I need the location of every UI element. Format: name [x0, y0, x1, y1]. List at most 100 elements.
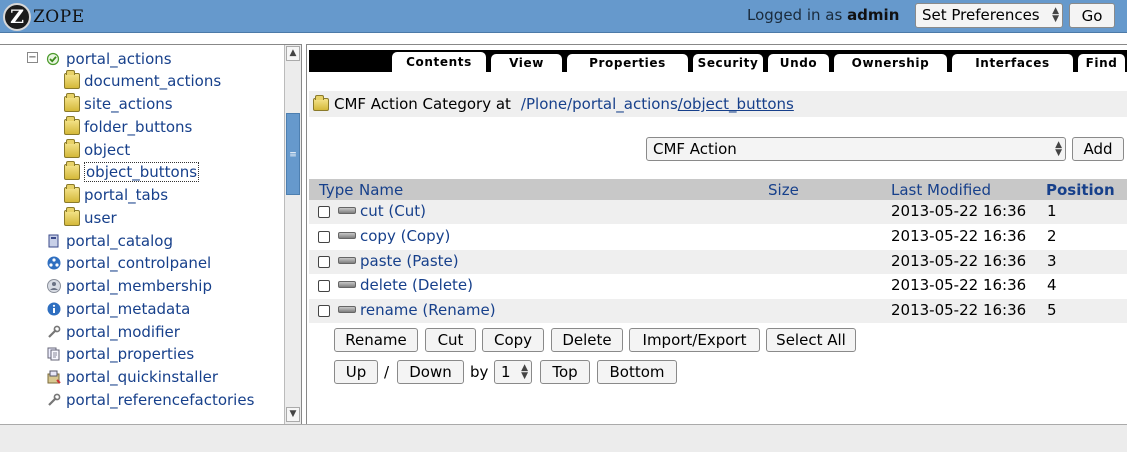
tab-contents[interactable]: Contents: [391, 51, 487, 72]
tree-item-user[interactable]: user: [64, 206, 117, 228]
breadcrumb-link-plone[interactable]: /Plone: [521, 95, 567, 113]
tree-item-label: portal_metadata: [66, 299, 191, 318]
tab-view[interactable]: View: [490, 53, 563, 72]
column-header-size[interactable]: Size: [768, 181, 799, 199]
tree-item-label: portal_quickinstaller: [66, 367, 219, 386]
row-modified: 2013-05-22 16:36: [891, 202, 1027, 220]
by-select[interactable]: 1 ▲ ▼: [494, 360, 532, 384]
top-button[interactable]: Top: [540, 360, 590, 384]
column-header-type[interactable]: Type: [319, 181, 353, 199]
add-type-select[interactable]: CMF Action ▲ ▼: [646, 137, 1066, 161]
table-header: Type Name Size Last Modified Position: [309, 179, 1127, 200]
select-updown-icon: ▲ ▼: [1055, 140, 1062, 158]
tab-interfaces[interactable]: Interfaces: [951, 53, 1074, 72]
folder-icon: [64, 160, 80, 180]
row-position: 5: [1047, 301, 1057, 319]
row-checkbox[interactable]: [318, 305, 330, 317]
up-button[interactable]: Up: [334, 360, 378, 384]
tree-item-portal-metadata[interactable]: portal_metadata: [46, 298, 190, 319]
select-all-button[interactable]: Select All: [766, 328, 856, 352]
row-position: 4: [1047, 276, 1057, 294]
row-checkbox[interactable]: [318, 231, 330, 243]
tree-item-object-buttons[interactable]: object_buttons: [64, 160, 200, 182]
row-checkbox[interactable]: [318, 280, 330, 292]
zope-logo-icon: Z: [3, 3, 31, 31]
action-icon: [338, 232, 356, 239]
table-row: rename (Rename) 2013-05-22 16:36 5: [309, 299, 1127, 323]
wrench-icon: [46, 392, 62, 408]
tree-item-portal-modifier[interactable]: portal_modifier: [46, 321, 180, 342]
column-header-name[interactable]: Name: [359, 181, 403, 199]
top-bar: Z ZOPE Logged in as admin Set Preference…: [0, 0, 1127, 33]
cut-button[interactable]: Cut: [425, 328, 476, 352]
tree-scrollbar[interactable]: ▲ ≡ ▼: [284, 45, 301, 424]
rename-button[interactable]: Rename: [334, 328, 418, 352]
import-export-button[interactable]: Import/Export: [629, 328, 760, 352]
tab-security[interactable]: Security: [692, 53, 764, 72]
row-position: 3: [1047, 252, 1057, 270]
tree-item-document-actions[interactable]: document_actions: [64, 69, 221, 91]
tree-item-portal-controlpanel[interactable]: portal_controlpanel: [46, 252, 211, 273]
collapse-toggle-icon[interactable]: −: [27, 52, 38, 63]
action-icon: [338, 207, 356, 214]
by-select-value: 1: [501, 363, 511, 381]
bottom-button[interactable]: Bottom: [597, 360, 677, 384]
preferences-select-value: Set Preferences: [922, 6, 1040, 24]
row-modified: 2013-05-22 16:36: [891, 301, 1027, 319]
table-row: copy (Copy) 2013-05-22 16:36 2: [309, 225, 1127, 249]
row-name-link[interactable]: rename (Rename): [360, 301, 496, 319]
copy-button[interactable]: Copy: [482, 328, 544, 352]
tree-item-label-selected: object_buttons: [84, 161, 200, 182]
scroll-up-arrow-icon[interactable]: ▲: [286, 46, 300, 61]
row-checkbox[interactable]: [318, 206, 330, 218]
by-label: by: [470, 363, 489, 381]
select-updown-icon: ▲ ▼: [521, 363, 528, 381]
tree-item-label: portal_modifier: [66, 322, 180, 341]
tree-item-folder-buttons[interactable]: folder_buttons: [64, 115, 192, 137]
scroll-down-arrow-icon[interactable]: ▼: [286, 407, 300, 422]
row-checkbox[interactable]: [318, 256, 330, 268]
tree-item-label: portal_actions: [66, 49, 172, 68]
down-button[interactable]: Down: [397, 360, 464, 384]
tree-item-portal-quickinstaller[interactable]: portal_quickinstaller: [46, 366, 218, 387]
tree-item-object[interactable]: object: [64, 138, 130, 160]
row-name-link[interactable]: cut (Cut): [360, 202, 426, 220]
column-header-last-modified[interactable]: Last Modified: [891, 181, 991, 199]
tree-item-site-actions[interactable]: site_actions: [64, 92, 173, 114]
breadcrumb-link-portal-actions[interactable]: /portal_actions: [567, 95, 678, 113]
delete-button[interactable]: Delete: [551, 328, 623, 352]
properties-sheet-icon: [46, 346, 62, 362]
row-name-link[interactable]: paste (Paste): [360, 252, 459, 270]
column-header-position[interactable]: Position: [1046, 181, 1115, 199]
row-position: 1: [1047, 202, 1057, 220]
tree-item-label: portal_catalog: [66, 231, 173, 250]
tab-properties[interactable]: Properties: [566, 53, 689, 72]
row-name-link[interactable]: delete (Delete): [360, 276, 473, 294]
preferences-select[interactable]: Set Preferences ▲ ▼: [915, 3, 1063, 28]
tree-item-portal-properties[interactable]: portal_properties: [46, 343, 194, 364]
tab-ownership[interactable]: Ownership: [833, 53, 948, 72]
catalog-book-icon: [46, 233, 62, 249]
quickinstaller-icon: [46, 369, 62, 385]
tab-undo[interactable]: Undo: [767, 53, 830, 72]
folder-icon: [313, 94, 329, 111]
breadcrumb: CMF Action Category at /Plone /portal_ac…: [309, 91, 1127, 117]
tree-item-portal-actions[interactable]: portal_actions: [46, 48, 172, 69]
tree-item-portal-tabs[interactable]: portal_tabs: [64, 183, 168, 205]
add-button[interactable]: Add: [1072, 137, 1124, 161]
breadcrumb-link-object-buttons[interactable]: /object_buttons: [678, 95, 794, 113]
action-icon: [338, 306, 356, 313]
tree-item-portal-membership[interactable]: portal_membership: [46, 275, 212, 296]
tree-item-portal-referencefactories[interactable]: portal_referencefactories: [46, 389, 254, 410]
membership-icon: [46, 278, 62, 294]
folder-icon: [64, 183, 80, 203]
add-type-select-value: CMF Action: [653, 140, 737, 158]
username: admin: [847, 6, 900, 24]
controlpanel-icon: [46, 255, 62, 271]
tab-find[interactable]: Find: [1077, 53, 1126, 72]
row-name-link[interactable]: copy (Copy): [360, 227, 450, 245]
scroll-thumb[interactable]: ≡: [286, 113, 300, 195]
go-button[interactable]: Go: [1069, 3, 1115, 28]
table-row: cut (Cut) 2013-05-22 16:36 1: [309, 200, 1127, 224]
tree-item-portal-catalog[interactable]: portal_catalog: [46, 230, 173, 251]
